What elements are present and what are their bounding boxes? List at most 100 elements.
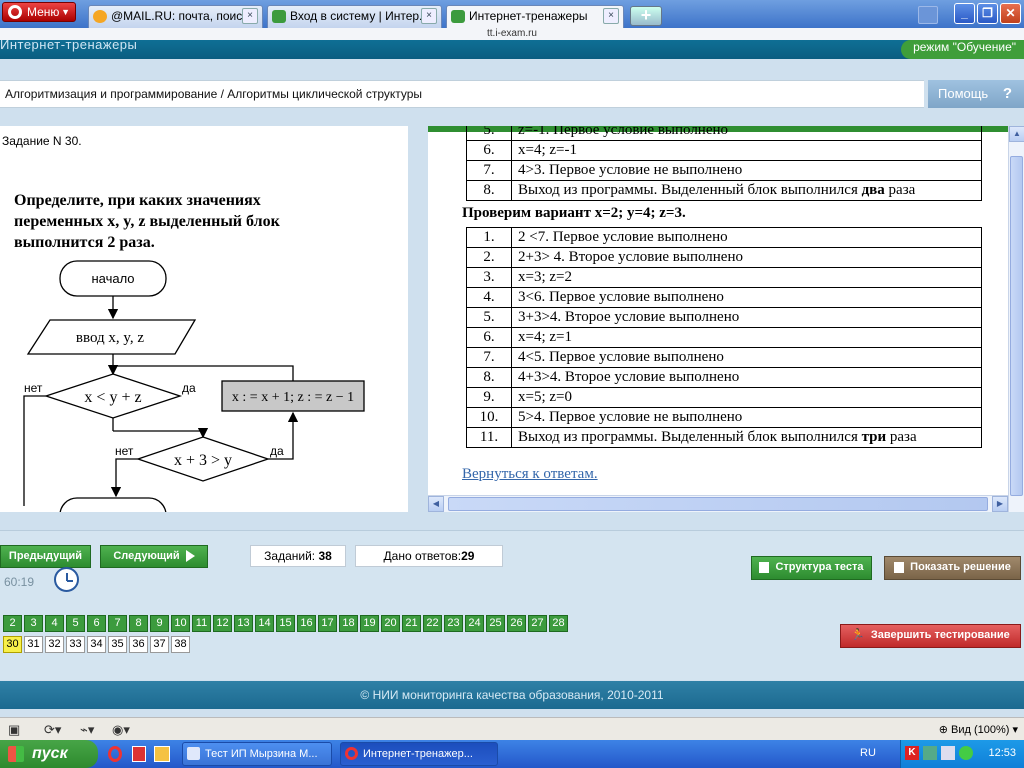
browser-menu-button[interactable]: Меню ▼ xyxy=(2,2,76,22)
question-number-26[interactable]: 26 xyxy=(507,615,526,632)
question-number-31[interactable]: 31 xyxy=(24,636,43,653)
finish-label: Завершить тестирование xyxy=(870,629,1010,641)
trash-icon[interactable] xyxy=(918,6,938,24)
structure-label: Структура теста xyxy=(775,561,864,573)
app-quicklaunch-icon[interactable] xyxy=(132,746,146,762)
network-icon[interactable] xyxy=(923,746,937,760)
tab-label: Вход в систему | Интер... xyxy=(290,9,430,23)
close-window-button[interactable]: ✕ xyxy=(1000,3,1021,24)
question-number-27[interactable]: 27 xyxy=(528,615,547,632)
horizontal-scrollbar[interactable]: ◀ ▶ xyxy=(428,495,1008,512)
answers-count-box: Дано ответов:29 xyxy=(355,545,503,567)
minimize-button[interactable]: _ xyxy=(954,3,975,24)
table-row: 7. 4>3. Первое условие не выполнено xyxy=(466,160,982,181)
question-number-19[interactable]: 19 xyxy=(360,615,379,632)
tab-close-icon[interactable]: × xyxy=(242,8,258,24)
table-row: 7. 4<5. Первое условие выполнено xyxy=(466,347,982,368)
question-number-36[interactable]: 36 xyxy=(129,636,148,653)
question-number-3[interactable]: 3 xyxy=(24,615,43,632)
tab-close-icon[interactable]: × xyxy=(603,8,619,24)
scroll-thumb[interactable] xyxy=(1010,156,1023,496)
question-number-18[interactable]: 18 xyxy=(339,615,358,632)
question-number-23[interactable]: 23 xyxy=(444,615,463,632)
question-number-11[interactable]: 11 xyxy=(192,615,211,632)
share-icon[interactable]: ⌁▾ xyxy=(80,722,94,738)
question-number-34[interactable]: 34 xyxy=(87,636,106,653)
flowchart-yes1-label: да xyxy=(182,381,196,395)
opera-quicklaunch-icon[interactable] xyxy=(108,746,122,762)
system-clock: 12:53 xyxy=(988,747,1016,759)
start-button[interactable]: пуск xyxy=(0,740,98,768)
turbo-icon[interactable]: ◉▾ xyxy=(112,722,130,738)
calendar-quicklaunch-icon[interactable] xyxy=(154,746,170,762)
question-number-10[interactable]: 10 xyxy=(171,615,190,632)
browser-tab-trainers[interactable]: Интернет-тренажеры × xyxy=(446,5,624,28)
flowchart-input-label: ввод x, y, z xyxy=(76,330,145,346)
panel-toggle-icon[interactable]: ▣ xyxy=(8,722,20,738)
question-number-7[interactable]: 7 xyxy=(108,615,127,632)
update-icon[interactable] xyxy=(959,746,973,760)
taskbar-item-word[interactable]: Тест ИП Мырзина М... xyxy=(182,742,332,766)
question-number-32[interactable]: 32 xyxy=(45,636,64,653)
scroll-thumb[interactable] xyxy=(448,497,988,511)
test-structure-button[interactable]: Структура теста xyxy=(751,556,872,580)
question-number-28[interactable]: 28 xyxy=(549,615,568,632)
help-button[interactable]: Помощь ? xyxy=(928,80,1024,108)
question-number-12[interactable]: 12 xyxy=(213,615,232,632)
question-number-17[interactable]: 17 xyxy=(318,615,337,632)
question-number-37[interactable]: 37 xyxy=(150,636,169,653)
scroll-right-icon[interactable]: ▶ xyxy=(992,496,1008,512)
variant-heading: Проверим вариант x=2; y=4; z=3. xyxy=(462,205,686,221)
question-number-14[interactable]: 14 xyxy=(255,615,274,632)
tab-close-icon[interactable]: × xyxy=(421,8,437,24)
system-tray: K 12:53 xyxy=(900,740,1024,768)
question-number-5[interactable]: 5 xyxy=(66,615,85,632)
scroll-up-icon[interactable]: ▲ xyxy=(1009,126,1024,142)
vertical-scrollbar[interactable]: ▲ xyxy=(1008,126,1024,512)
site-header: Интернет-тренажеры режим "Обучение" xyxy=(0,40,1024,59)
antivirus-icon[interactable]: K xyxy=(905,746,919,760)
question-navigator-row-2: 30 31 32 33 34 35 36 37 38 xyxy=(3,636,303,654)
question-number-16[interactable]: 16 xyxy=(297,615,316,632)
question-number-35[interactable]: 35 xyxy=(108,636,127,653)
next-button[interactable]: Следующий xyxy=(100,545,208,568)
address-bar[interactable]: tt.i-exam.ru xyxy=(0,28,1024,40)
task-panel: Задание N 30. Определите, при каких знач… xyxy=(0,126,408,512)
question-number-22[interactable]: 22 xyxy=(423,615,442,632)
question-number-38[interactable]: 38 xyxy=(171,636,190,653)
back-to-answers-link[interactable]: Вернуться к ответам. xyxy=(462,466,598,483)
maximize-button[interactable]: ❐ xyxy=(977,3,998,24)
question-number-33[interactable]: 33 xyxy=(66,636,85,653)
question-number-20[interactable]: 20 xyxy=(381,615,400,632)
solution-label: Показать решение xyxy=(910,561,1011,573)
tasks-label: Заданий: xyxy=(264,549,319,563)
tray-app-icon[interactable] xyxy=(941,746,955,760)
browser-tab-mail[interactable]: @MAIL.RU: почта, поис... × xyxy=(88,5,263,28)
scroll-left-icon[interactable]: ◀ xyxy=(428,496,444,512)
question-number-2[interactable]: 2 xyxy=(3,615,22,632)
question-number-30[interactable]: 30 xyxy=(3,636,22,653)
previous-button[interactable]: Предыдущий xyxy=(0,545,91,568)
browser-tab-login[interactable]: Вход в систему | Интер... × xyxy=(267,5,442,28)
zoom-level[interactable]: ⊕ Вид (100%) ▾ xyxy=(939,723,1018,736)
question-number-21[interactable]: 21 xyxy=(402,615,421,632)
menu-label: Меню xyxy=(27,5,60,19)
question-number-8[interactable]: 8 xyxy=(129,615,148,632)
new-tab-button[interactable]: + xyxy=(630,6,662,26)
sync-icon[interactable]: ⟳▾ xyxy=(44,722,61,738)
taskbar-item-browser[interactable]: Интернет-тренажер... xyxy=(340,742,498,766)
question-number-24[interactable]: 24 xyxy=(465,615,484,632)
table-row: 2. 2+3> 4. Второе условие выполнено xyxy=(466,247,982,268)
question-number-6[interactable]: 6 xyxy=(87,615,106,632)
language-indicator[interactable]: RU xyxy=(860,747,876,759)
question-number-4[interactable]: 4 xyxy=(45,615,64,632)
question-number-15[interactable]: 15 xyxy=(276,615,295,632)
breadcrumb: Алгоритмизация и программирование / Алго… xyxy=(0,80,924,108)
question-number-25[interactable]: 25 xyxy=(486,615,505,632)
show-solution-button[interactable]: Показать решение xyxy=(884,556,1021,580)
help-label: Помощь xyxy=(938,86,989,101)
finish-test-button[interactable]: 🏃 Завершить тестирование xyxy=(840,624,1021,648)
answers-label: Дано ответов: xyxy=(383,549,462,563)
question-number-9[interactable]: 9 xyxy=(150,615,169,632)
question-number-13[interactable]: 13 xyxy=(234,615,253,632)
